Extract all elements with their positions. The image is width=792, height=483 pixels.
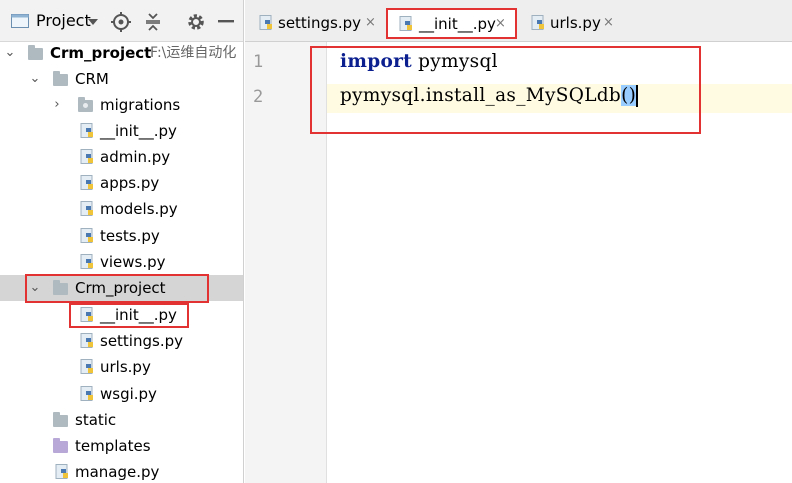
- tree-item-label: admin.py: [100, 148, 171, 166]
- tree-folder-crm-project[interactable]: ⌄ Crm_project: [0, 275, 243, 301]
- tree-root-row[interactable]: ⌄ Crm_project F:\运维自动化: [0, 40, 243, 66]
- tree-file[interactable]: wsgi.py: [0, 381, 243, 407]
- root-project-path: F:\运维自动化: [150, 45, 237, 61]
- tree-folder-migrations[interactable]: › migrations: [0, 92, 243, 118]
- tree-file[interactable]: urls.py: [0, 354, 243, 380]
- tree-folder-templates[interactable]: templates: [0, 433, 243, 459]
- tab-label: urls.py: [550, 14, 601, 32]
- tree-file[interactable]: tests.py: [0, 223, 243, 249]
- python-file-icon: [80, 228, 93, 243]
- project-view-icon: [11, 14, 29, 28]
- tree-item-label: CRM: [75, 70, 109, 88]
- tree-item-label: __init__.py: [100, 122, 177, 140]
- tab-init-py[interactable]: __init__.py ×: [387, 9, 515, 39]
- tab-label: settings.py: [278, 14, 361, 32]
- tree-file[interactable]: settings.py: [0, 328, 243, 354]
- hide-panel-icon[interactable]: [218, 20, 234, 24]
- tree-file[interactable]: apps.py: [0, 170, 243, 196]
- project-toolbar: Project: [0, 0, 243, 42]
- python-file-icon: [80, 123, 93, 138]
- tab-label: __init__.py: [419, 15, 496, 33]
- code-text: pymysql: [411, 51, 498, 72]
- python-file-icon: [80, 307, 93, 322]
- templates-folder-icon: [53, 438, 68, 453]
- tree-file[interactable]: views.py: [0, 249, 243, 275]
- python-file-icon: [531, 15, 544, 30]
- tree-item-label: tests.py: [100, 227, 160, 245]
- project-tool-window: Project ⌄ Crm_project F:\运维自动化 ⌄ CRM › m…: [0, 0, 244, 483]
- tree-item-label: urls.py: [100, 358, 151, 376]
- python-file-icon: [80, 201, 93, 216]
- tree-item-label: manage.py: [75, 463, 160, 481]
- tree-item-label: static: [75, 411, 117, 429]
- matched-parens: (): [621, 85, 637, 106]
- text-caret: [636, 85, 639, 107]
- tree-item-label: views.py: [100, 253, 166, 271]
- code-line-2[interactable]: pymysql.install_as_MySQLdb(): [340, 85, 639, 107]
- folder-icon: [28, 45, 43, 60]
- dropdown-arrow-icon[interactable]: [88, 19, 98, 25]
- chevron-down-icon[interactable]: ⌄: [28, 275, 42, 301]
- code-line-1[interactable]: import pymysql: [340, 51, 498, 72]
- gear-icon[interactable]: [186, 12, 206, 32]
- tree-item-label: __init__.py: [100, 306, 177, 324]
- python-file-icon: [399, 16, 412, 31]
- code-text: pymysql.install_as_MySQLdb: [340, 85, 622, 106]
- close-icon[interactable]: ×: [365, 8, 376, 38]
- close-icon[interactable]: ×: [603, 8, 614, 38]
- editor-gutter: 1 2: [245, 42, 327, 483]
- tab-settings-py[interactable]: settings.py ×: [255, 8, 380, 38]
- line-number: 1: [253, 52, 264, 72]
- collapse-all-icon[interactable]: [144, 12, 162, 32]
- python-file-icon: [80, 149, 93, 164]
- tree-item-label: migrations: [100, 96, 181, 114]
- tree-file[interactable]: models.py: [0, 196, 243, 222]
- chevron-down-icon[interactable]: ⌄: [3, 40, 17, 66]
- python-file-icon: [80, 175, 93, 190]
- folder-icon: [53, 71, 68, 86]
- project-view-title[interactable]: Project: [36, 11, 91, 30]
- locate-file-icon[interactable]: [111, 12, 131, 32]
- tab-urls-py[interactable]: urls.py ×: [527, 8, 627, 38]
- folder-icon: [53, 412, 68, 427]
- python-file-icon: [80, 386, 93, 401]
- tree-folder-crm[interactable]: ⌄ CRM: [0, 66, 243, 92]
- tree-item-label: wsgi.py: [100, 385, 157, 403]
- tree-file[interactable]: admin.py: [0, 144, 243, 170]
- tree-file[interactable]: manage.py: [0, 459, 243, 483]
- chevron-right-icon[interactable]: ›: [50, 92, 64, 118]
- python-file-icon: [80, 254, 93, 269]
- tree-item-label: settings.py: [100, 332, 183, 350]
- tree-file[interactable]: __init__.py: [0, 302, 243, 328]
- tree-folder-static[interactable]: static: [0, 407, 243, 433]
- tree-item-label: apps.py: [100, 174, 160, 192]
- tree-file[interactable]: __init__.py: [0, 118, 243, 144]
- root-project-name: Crm_project: [50, 44, 152, 62]
- python-file-icon: [55, 464, 68, 479]
- chevron-down-icon[interactable]: ⌄: [28, 66, 42, 92]
- tree-item-label: templates: [75, 437, 151, 455]
- python-file-icon: [259, 15, 272, 30]
- code-keyword: import: [340, 51, 412, 72]
- editor-tab-bar: settings.py × __init__.py × urls.py ×: [245, 0, 792, 42]
- python-file-icon: [80, 333, 93, 348]
- python-file-icon: [80, 359, 93, 374]
- package-folder-icon: [78, 97, 93, 112]
- line-number: 2: [253, 87, 264, 107]
- folder-icon: [53, 280, 68, 295]
- tree-item-label: Crm_project: [75, 279, 166, 297]
- close-icon[interactable]: ×: [495, 9, 506, 39]
- tree-item-label: models.py: [100, 200, 178, 218]
